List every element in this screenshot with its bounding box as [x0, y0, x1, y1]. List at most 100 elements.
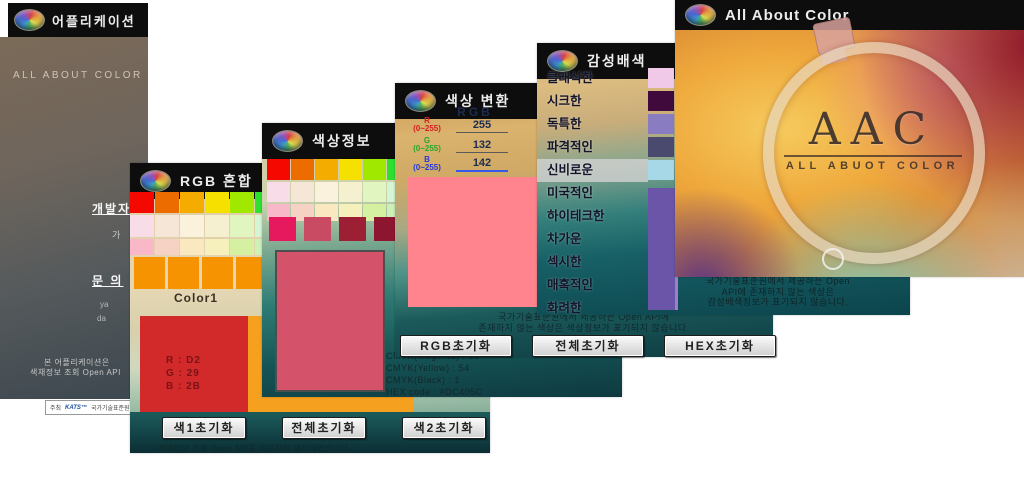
sponsor-text: 국가기술표준원 — [90, 406, 130, 412]
emotion-item[interactable]: 화려한 — [537, 297, 648, 320]
crimson-shade-row — [269, 217, 401, 241]
color1-swatch: R : D2 G : 29 B : 2B — [140, 316, 248, 413]
logo-divider — [783, 155, 962, 157]
reset-color1-button[interactable]: 색1초기화 — [162, 417, 246, 439]
color-cell[interactable] — [155, 239, 179, 255]
color-cell[interactable] — [339, 159, 362, 180]
color-cell[interactable] — [304, 217, 331, 241]
blue-label: B (0~255) — [413, 155, 441, 172]
color1-label: Color1 — [174, 291, 219, 305]
emotion-item[interactable]: 미국적인 — [537, 182, 648, 205]
color-cell[interactable] — [134, 257, 165, 289]
color-cell[interactable] — [230, 215, 254, 237]
credit-line: 색채정보 조회 Open API를 이용하여 제작하였습니다. — [158, 444, 352, 453]
api-notice-line: 존재하지 않는 색상은 색상정보가 표기되지 않습니다. — [478, 323, 690, 333]
color-detail-line: CMYK(Black) : 1 — [386, 375, 461, 385]
splash-logo: AAC ALL ABUOT COLOR — [760, 106, 985, 172]
reset-color2-button[interactable]: 색2초기화 — [402, 417, 486, 439]
color-cell[interactable] — [205, 215, 229, 237]
emotion-item[interactable]: 시크한 — [537, 90, 648, 113]
color-detail-line: HEX code : #DC405C — [386, 387, 483, 397]
color-cell[interactable] — [180, 215, 204, 237]
color-cell[interactable] — [130, 239, 154, 255]
color-cell[interactable] — [130, 215, 154, 237]
reset-hex-button[interactable]: HEX초기화 — [664, 335, 776, 357]
color-cell[interactable] — [363, 182, 386, 202]
color-detail-list: CMYK(Magenta) : 96 CMYK(Yellow) : 54 CMY… — [386, 350, 483, 398]
app-info-body — [0, 37, 148, 399]
screen-title: 어플리케이션 — [52, 13, 136, 29]
emotion-item[interactable]: 신비로운 — [537, 159, 648, 182]
color-cell[interactable] — [363, 159, 386, 180]
color-cell[interactable] — [168, 257, 199, 289]
emotion-item[interactable]: 파격적인 — [537, 136, 648, 159]
contact-line: ya — [100, 300, 109, 309]
palette-swatch[interactable] — [648, 91, 674, 111]
app-logo-icon — [140, 170, 171, 192]
emotion-item[interactable]: 매혹적인 — [537, 274, 648, 297]
aac-logo-text: AAC — [808, 104, 937, 155]
color-cell[interactable] — [230, 239, 254, 255]
app-logo-icon — [272, 130, 303, 152]
blue-value-input[interactable]: 142 — [456, 157, 508, 172]
contact-line: da — [97, 314, 106, 323]
emotion-item[interactable]: 차가운 — [537, 228, 648, 251]
reset-rgb-button[interactable]: RGB초기화 — [400, 335, 512, 357]
color-cell[interactable] — [155, 192, 179, 213]
brand-text: ALL ABOUT COLOR — [13, 70, 143, 81]
app-header: 어플리케이션 — [8, 3, 148, 37]
color-cell[interactable] — [315, 182, 338, 202]
color-cell[interactable] — [205, 239, 229, 255]
reset-all-button[interactable]: 전체초기화 — [532, 335, 644, 357]
palette-swatch[interactable] — [648, 68, 674, 88]
api-notice-line: API에 존재하지 않는 색상은 — [721, 286, 835, 297]
selected-color-swatch — [275, 250, 385, 392]
color-picker-grid — [130, 192, 279, 257]
color-cell[interactable] — [205, 192, 229, 213]
app-logo-icon — [405, 90, 436, 112]
green-input-row: G (0~255) 132 — [398, 137, 523, 153]
rgb-value-line: G : 29 — [166, 368, 200, 379]
stopwatch-button-icon — [822, 248, 844, 270]
color-detail-line: CMYK(Yellow) : 54 — [386, 363, 470, 373]
reset-all-button[interactable]: 전체초기화 — [282, 417, 366, 439]
color-cell[interactable] — [130, 192, 154, 213]
palette-swatch[interactable] — [648, 160, 674, 180]
color-cell[interactable] — [267, 159, 290, 180]
palette-column — [648, 68, 675, 183]
api-notice: 국가기술표준원에서 제공하는 Open API에 존재하지 않는 색상은 감성배… — [652, 276, 904, 308]
red-label: R (0~255) — [413, 116, 441, 133]
color-cell[interactable] — [291, 159, 314, 180]
rgb-value-line: B : 2B — [166, 381, 201, 392]
emotion-list: 클래식한 시크한 독특한 파격적인 신비로운 미국적인 하이테크한 차가운 섹시한 매혹적인 화려한 — [537, 67, 648, 320]
blue-input-row: B (0~255) 142 — [398, 156, 523, 172]
palette-swatch[interactable] — [648, 114, 674, 134]
api-notice-line: 국가기술표준원에서 제공하는 Open — [705, 276, 851, 286]
color-cell[interactable] — [202, 257, 233, 289]
color-cell[interactable] — [339, 182, 362, 202]
color-cell[interactable] — [339, 217, 366, 241]
emotion-item[interactable]: 섹시한 — [537, 251, 648, 274]
green-value-input[interactable]: 132 — [456, 139, 508, 153]
api-notice-line: 감성배색정보가 표기되지 않습니다. — [707, 297, 849, 307]
red-value-input[interactable]: 255 — [456, 119, 508, 133]
palette-swatch[interactable] — [648, 137, 674, 157]
result-color-swatch — [408, 177, 556, 307]
color-cell[interactable] — [291, 182, 314, 202]
developer-heading: 개발자 — [92, 202, 132, 216]
screen-title: 색상정보 — [312, 133, 372, 149]
color-cell[interactable] — [315, 159, 338, 180]
color-cell[interactable] — [230, 192, 254, 213]
emotion-item[interactable]: 독특한 — [537, 113, 648, 136]
app-logo-icon — [685, 4, 716, 26]
emotion-item[interactable]: 하이테크한 — [537, 205, 648, 228]
emotion-item[interactable]: 클래식한 — [537, 67, 648, 90]
color-cell[interactable] — [269, 217, 296, 241]
color-cell[interactable] — [180, 239, 204, 255]
screen-main: All About Color AAC ALL ABUOT COLOR — [675, 0, 1024, 277]
developer-name: 가 — [112, 230, 121, 240]
color-cell[interactable] — [267, 182, 290, 202]
sponsor-text: 주최 — [50, 406, 62, 412]
color-cell[interactable] — [180, 192, 204, 213]
color-cell[interactable] — [155, 215, 179, 237]
